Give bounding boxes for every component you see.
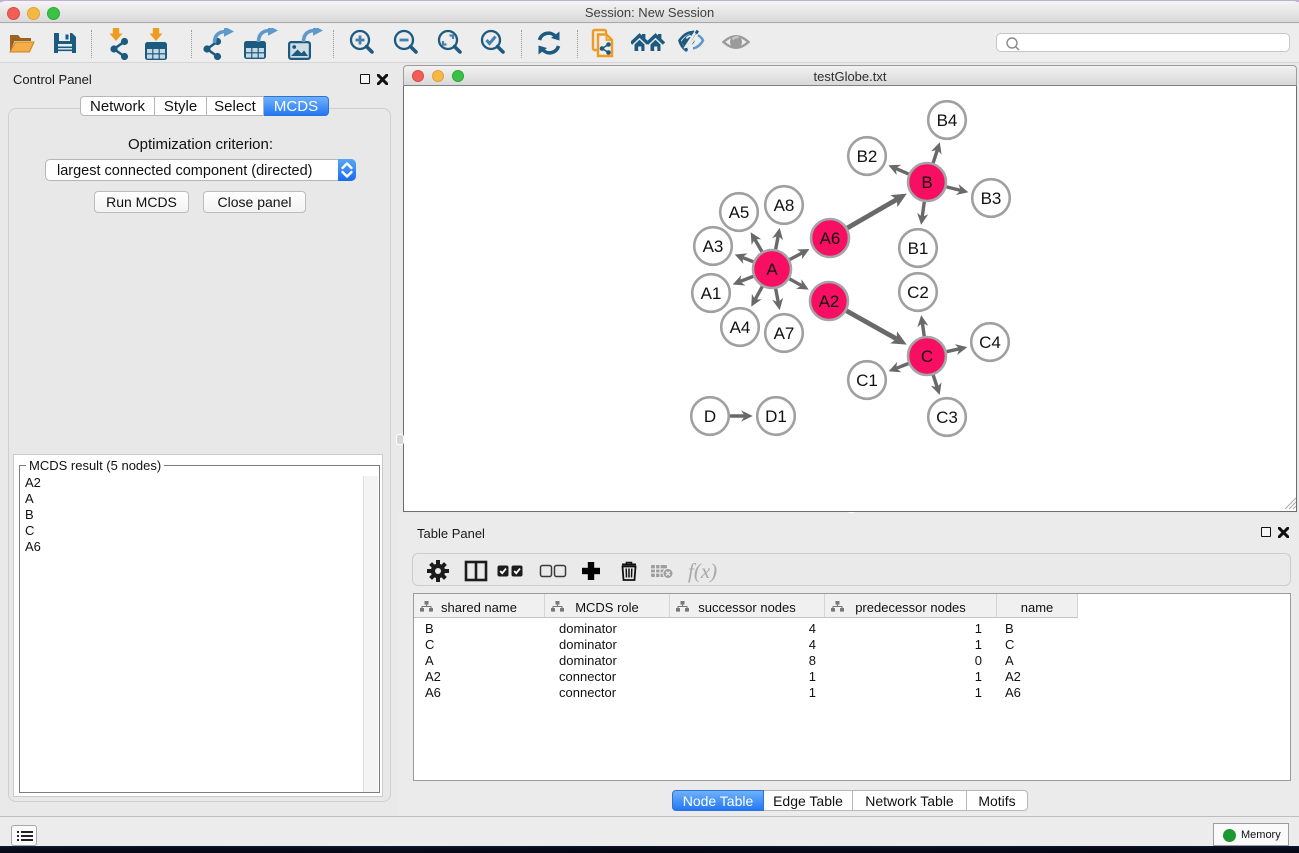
svg-text:A4: A4 [730,318,751,337]
svg-text:C: C [921,347,933,366]
svg-text:B3: B3 [981,189,1002,208]
svg-text:A1: A1 [701,284,722,303]
svg-text:A3: A3 [703,237,724,256]
svg-text:A2: A2 [819,292,840,311]
svg-text:B4: B4 [937,111,958,130]
svg-text:A: A [766,260,778,279]
svg-text:B1: B1 [908,239,929,258]
svg-text:B: B [921,173,932,192]
svg-text:f(x): f(x) [688,559,717,583]
svg-text:A8: A8 [774,196,795,215]
svg-text:A7: A7 [774,324,795,343]
svg-text:B2: B2 [857,147,878,166]
svg-text:C1: C1 [856,371,878,390]
svg-text:D1: D1 [765,407,787,426]
svg-text:A6: A6 [820,229,841,248]
svg-text:A5: A5 [729,203,750,222]
svg-text:C3: C3 [936,408,958,427]
svg-text:C2: C2 [907,283,929,302]
svg-text:D: D [704,407,716,426]
svg-text:C4: C4 [979,333,1001,352]
